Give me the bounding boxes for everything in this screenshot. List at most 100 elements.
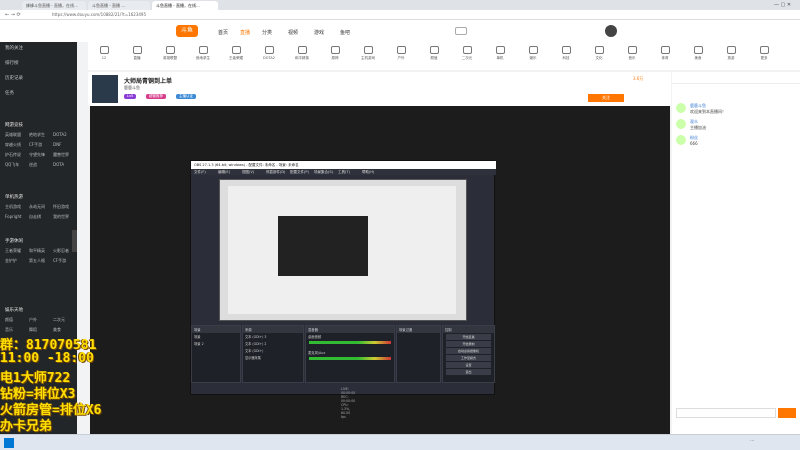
search-icon[interactable] [455,27,467,35]
obs-menu-item[interactable]: 场景集合(S) [314,170,333,175]
category-item[interactable]: DOTA2 [259,46,279,68]
category-item[interactable]: 体育 [655,46,675,68]
sidebar-category-item[interactable]: 音乐 [5,327,13,333]
browser-tab[interactable]: 斗鱼直播 - 直播 ... [88,1,150,10]
nav-link[interactable]: 分类 [262,29,272,36]
sidebar-category-item[interactable]: 颜值 [5,317,13,323]
chat-avatar[interactable] [676,135,686,145]
nav-link[interactable]: 直播 [240,29,250,36]
sidebar-collapse-handle[interactable] [72,230,77,252]
nav-link[interactable]: 视频 [288,29,298,36]
obs-control-button[interactable]: 退出 [446,369,491,375]
obs-source-item[interactable]: 文本 (GDI+) 2 [243,340,303,347]
obs-scene-item[interactable]: 场景 [192,333,240,340]
chat-avatar[interactable] [676,103,686,113]
follow-button[interactable]: 关注 [588,94,624,102]
category-item[interactable]: 文化 [589,46,609,68]
obs-menu-item[interactable]: 帮助(H) [362,170,374,175]
sidebar-category-item[interactable]: CF手游 [29,142,42,148]
window-controls[interactable]: — ▢ ✕ [774,2,794,8]
category-item[interactable]: 和平精英 [292,46,312,68]
url-field[interactable]: https://www.douyu.com/10882/21/?t=162349… [52,12,652,18]
sidebar-category-item[interactable]: 魔兽世界 [53,152,69,158]
sidebar-category-item[interactable]: 绝地求生 [29,132,45,138]
category-item[interactable]: 原神 [325,46,345,68]
category-item[interactable]: 王者荣耀 [226,46,246,68]
sidebar-category-item[interactable]: 美食 [53,327,61,333]
category-item[interactable]: 更多 [754,46,774,68]
sidebar-category-item[interactable]: 永劫无间 [29,204,45,210]
obs-menu-item[interactable]: 编辑(E) [218,170,230,175]
sidebar-item[interactable]: 任务 [5,90,14,96]
nav-link[interactable]: 鱼吧 [340,29,350,36]
category-item[interactable]: 单机 [490,46,510,68]
obs-control-button[interactable]: 开始录制 [446,341,491,347]
category-item[interactable]: 二次元 [457,46,477,68]
sidebar-category-item[interactable]: DOTA2 [53,132,67,137]
nav-link[interactable]: 游戏 [314,29,324,36]
obs-menu-item[interactable]: 工具(T) [338,170,350,175]
sidebar-category-item[interactable]: 和平精英 [29,248,45,254]
streamer-avatar[interactable] [92,75,118,103]
obs-menu-item[interactable]: 配置文件(P) [290,170,309,175]
chat-tabs[interactable] [672,72,800,84]
obs-source-item[interactable]: 显示器采集 [243,354,303,361]
nav-arrows-icon[interactable]: ← → ⟳ [5,12,21,18]
obs-menu-item[interactable]: 文件(F) [194,170,206,175]
category-item[interactable]: 直播 [127,46,147,68]
streamer-name[interactable]: 鹿鹿斗鱼 [124,85,140,91]
browser-tab-active[interactable]: 斗鱼直播 - 直播，在线... [152,1,218,10]
category-item[interactable]: 户外 [391,46,411,68]
sidebar-category-item[interactable]: 逆战 [29,162,37,168]
sidebar-category-item[interactable]: DNF [53,142,61,147]
sidebar-category-item[interactable]: QQ飞车 [5,162,19,168]
obs-control-button[interactable]: 设置 [446,362,491,368]
category-item[interactable]: 美食 [688,46,708,68]
sidebar-category-item[interactable]: 自走棋 [29,214,41,220]
obs-control-button[interactable]: 工作室模式 [446,355,491,361]
browser-tab[interactable]: 蜂蜂斗鱼直播 - 直播，在线… [22,1,86,10]
obs-control-button[interactable]: 开始直播 [446,334,491,340]
sidebar-category-item[interactable]: DOTA [53,162,64,167]
chat-avatar[interactable] [676,119,686,129]
sidebar-category-item[interactable]: 守望先锋 [29,152,45,158]
nav-link[interactable]: 首页 [218,29,228,36]
sidebar-category-item[interactable]: 英雄联盟 [5,132,21,138]
sidebar-category-item[interactable]: 怀旧游戏 [53,204,69,210]
avatar[interactable] [605,25,617,37]
sidebar-category-item[interactable]: Fopright [5,214,22,219]
sidebar-category-item[interactable]: 王者荣耀 [5,248,21,254]
sidebar-category-item[interactable]: 舞蹈 [29,327,37,333]
obs-menu-item[interactable]: 停靠部件(D) [266,170,285,175]
sidebar-category-item[interactable]: 我的世界 [53,214,69,220]
obs-volume-meter[interactable] [309,357,391,360]
sidebar-category-item[interactable]: 穿越火线 [5,142,21,148]
category-item[interactable]: 音乐 [622,46,642,68]
obs-menu-item[interactable]: 视图(V) [242,170,254,175]
sidebar-category-item[interactable]: 户外 [29,317,37,323]
category-item[interactable]: 娱乐 [523,46,543,68]
category-item[interactable]: 科技 [556,46,576,68]
sidebar-category-item[interactable]: 二次元 [53,317,65,323]
obs-control-button[interactable]: 启动虚拟摄像机 [446,348,491,354]
chat-input[interactable] [676,408,776,418]
sidebar-category-item[interactable]: 金铲铲 [5,258,17,264]
category-item[interactable]: 颜值 [424,46,444,68]
sidebar-category-item[interactable]: 炉石传说 [5,152,21,158]
category-item[interactable]: 英雄联盟 [160,46,180,68]
obs-volume-meter[interactable] [309,341,391,344]
sidebar-category-item[interactable]: 火影忍者 [53,248,69,254]
category-item[interactable]: 12 [94,46,114,68]
sidebar-category-item[interactable]: 主机游戏 [5,204,21,210]
sidebar-item[interactable]: 排行榜 [5,60,19,66]
obs-scene-item[interactable]: 场景 2 [192,340,240,347]
category-item[interactable]: 绝地求生 [193,46,213,68]
obs-source-item[interactable]: 文本 (GDI+) 3 [243,333,303,340]
site-logo[interactable]: 斗鱼 [176,25,198,37]
sidebar-category-item[interactable]: 第五人格 [29,258,45,264]
sidebar-item[interactable]: 历史记录 [5,75,23,81]
windows-start-icon[interactable] [4,438,14,448]
obs-source-item[interactable]: 文本 (GDI+) [243,347,303,354]
obs-preview[interactable] [219,179,467,321]
sidebar-category-item[interactable]: CF手游 [53,258,66,264]
